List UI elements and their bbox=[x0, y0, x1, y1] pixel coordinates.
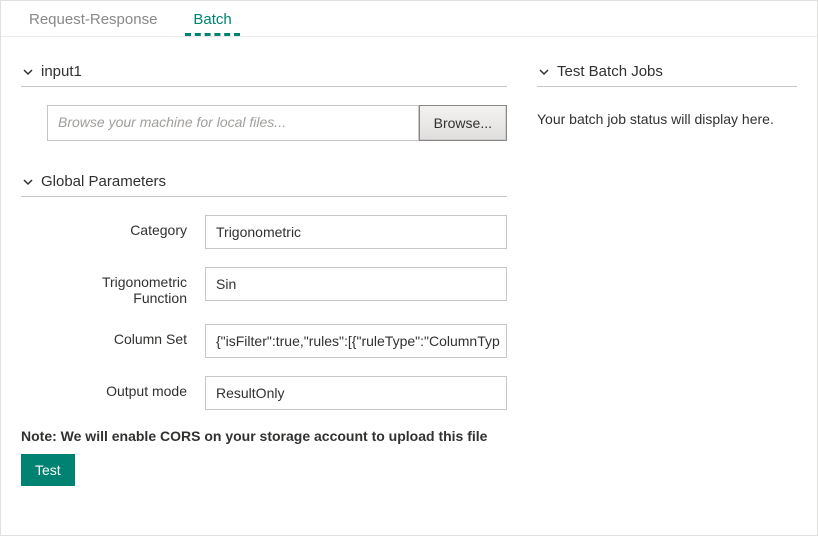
section-title: Test Batch Jobs bbox=[557, 63, 663, 80]
section-header-test-batch-jobs[interactable]: Test Batch Jobs bbox=[537, 57, 797, 87]
label-column-set: Column Set bbox=[47, 324, 187, 347]
input-trig-function[interactable]: Sin bbox=[205, 267, 507, 301]
input-output-mode[interactable]: ResultOnly bbox=[205, 376, 507, 410]
cors-note: Note: We will enable CORS on your storag… bbox=[21, 428, 507, 444]
chevron-down-icon bbox=[21, 65, 35, 79]
tabs: Request-Response Batch bbox=[1, 1, 817, 37]
test-button[interactable]: Test bbox=[21, 454, 75, 486]
tab-batch[interactable]: Batch bbox=[175, 1, 249, 36]
chevron-down-icon bbox=[21, 175, 35, 189]
label-category: Category bbox=[47, 215, 187, 238]
label-output-mode: Output mode bbox=[47, 376, 187, 399]
chevron-down-icon bbox=[537, 65, 551, 79]
label-trig-function: Trigonometric Function bbox=[47, 267, 187, 306]
browse-button[interactable]: Browse... bbox=[419, 105, 507, 141]
tab-request-response[interactable]: Request-Response bbox=[11, 1, 175, 36]
input-column-set[interactable]: {"isFilter":true,"rules":[{"ruleType":"C… bbox=[205, 324, 507, 358]
batch-job-status-text: Your batch job status will display here. bbox=[537, 105, 797, 133]
file-path-input[interactable]: Browse your machine for local files... bbox=[47, 105, 419, 141]
section-title: Global Parameters bbox=[41, 173, 166, 190]
section-title: input1 bbox=[41, 63, 82, 80]
section-header-input1[interactable]: input1 bbox=[21, 57, 507, 87]
input-category[interactable]: Trigonometric bbox=[205, 215, 507, 249]
section-header-global-parameters[interactable]: Global Parameters bbox=[21, 167, 507, 197]
